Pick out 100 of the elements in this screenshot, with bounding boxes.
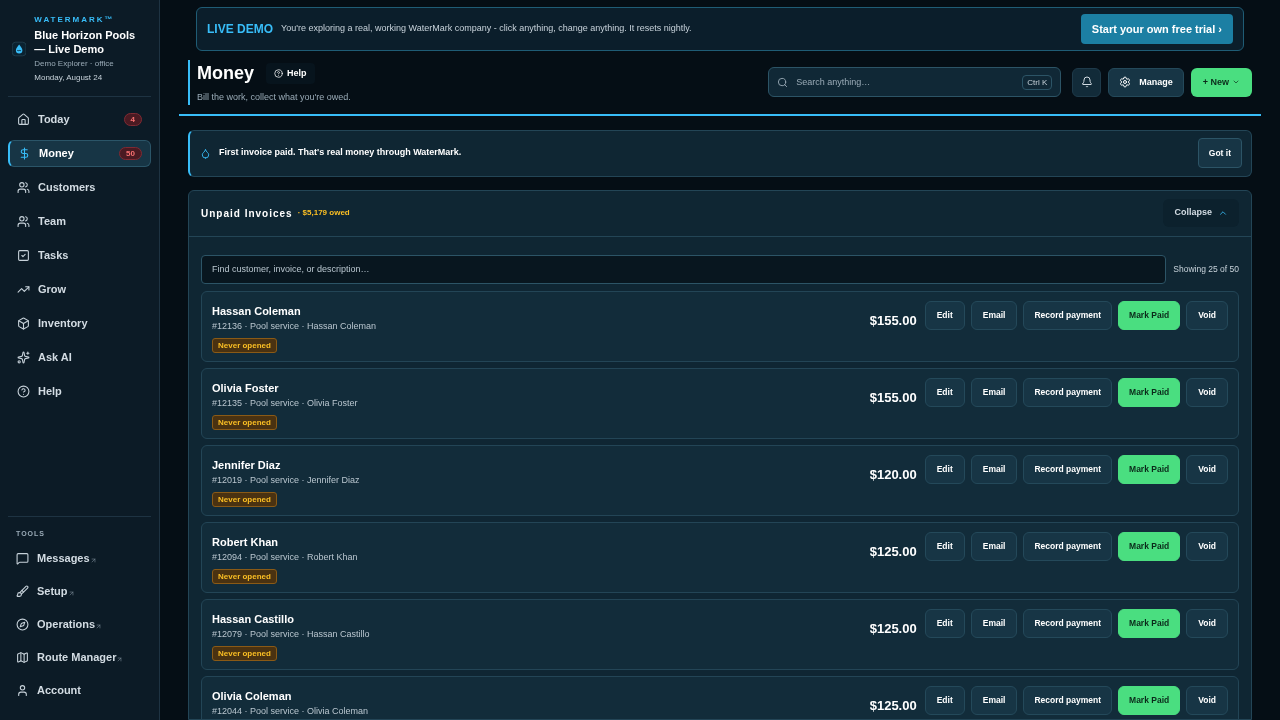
nav-item[interactable]: Today 4 [8,106,151,133]
chevron-up-icon [1218,208,1228,218]
search-icon [777,76,789,88]
mark-paid-button[interactable]: Mark Paid [1118,531,1181,561]
action-button[interactable]: Record payment [1023,377,1113,407]
new-button[interactable]: + New [1190,67,1252,97]
action-button[interactable]: Edit [924,377,965,407]
action-button[interactable]: Record payment [1023,685,1113,715]
nav-item[interactable]: Operations [8,611,151,638]
action-button[interactable]: Void [1186,454,1228,484]
invoice-detail: #12135 · Pool service · Olivia Foster [212,396,359,410]
collapse-button[interactable]: Collapse [1163,199,1239,227]
cube-icon [17,317,30,330]
got-it-button[interactable]: Got it [1197,138,1242,168]
action-button[interactable]: Email [970,377,1018,407]
panel-title: Unpaid Invoices [201,206,293,221]
action-button[interactable]: Edit [924,685,965,715]
invoice-amount: $125.00 [869,619,917,638]
action-button[interactable]: Edit [924,531,965,561]
action-button[interactable]: Edit [924,608,965,638]
nav-item[interactable]: Route Manager [8,644,151,671]
invoice-detail: #12094 · Pool service · Robert Khan [212,550,359,564]
action-button[interactable]: Void [1186,608,1228,638]
action-button[interactable]: Record payment [1023,608,1113,638]
nav-label: Account [37,683,81,699]
invoice-amount: $120.00 [869,465,917,484]
action-button[interactable]: Email [970,531,1018,561]
manage-button[interactable]: Manage [1108,67,1184,97]
action-button[interactable]: Void [1186,300,1228,330]
nav-label: Operations [37,617,96,633]
nav-label: Today [38,112,71,128]
brand-name: WATERMARK™ [34,14,116,26]
action-button[interactable]: Record payment [1023,531,1113,561]
page-subtitle: Bill the work, collect what you're owed. [197,91,352,104]
filter-field[interactable]: Find customer, invoice, or description… [201,254,1167,284]
nav-item[interactable]: Money 50 [8,140,151,167]
people-icon [17,215,30,228]
action-button[interactable]: Record payment [1023,300,1113,330]
nav-label: Inventory [38,316,89,332]
customer-name: Hassan Castillo [212,611,295,626]
free-trial-button[interactable]: Start your own free trial › [1080,14,1233,44]
external-link-icon [116,656,124,663]
checkbox-icon [17,249,30,262]
customer-name: Olivia Foster [212,380,280,395]
mark-paid-button[interactable]: Mark Paid [1118,454,1181,484]
mark-paid-button[interactable]: Mark Paid [1118,300,1181,330]
mark-paid-button[interactable]: Mark Paid [1118,608,1181,638]
nav-item[interactable]: Grow [8,276,151,303]
nav-item[interactable]: Ask AI [8,344,151,371]
nav-label: Help [38,384,63,400]
count-badge: 4 [123,113,142,126]
nav-item[interactable]: Tasks [8,242,151,269]
external-link-icon [95,623,103,630]
search-input[interactable]: Search anything… [796,75,1015,89]
chat-icon [16,552,29,565]
sparkle-icon [17,351,30,364]
nav-item[interactable]: Messages [8,545,151,572]
nav-item[interactable]: Customers [8,174,151,201]
action-button[interactable]: Email [970,608,1018,638]
status-badge: Never opened [212,569,277,584]
home-icon [17,113,30,126]
nav-item[interactable]: Account [8,677,151,704]
search-field[interactable]: Search anything… Ctrl K [768,67,1062,98]
mark-paid-button[interactable]: Mark Paid [1118,377,1181,407]
action-button[interactable]: Void [1186,377,1228,407]
action-button[interactable]: Void [1186,685,1228,715]
nav-label: Customers [38,180,97,196]
mark-paid-button[interactable]: Mark Paid [1118,685,1181,715]
action-button[interactable]: Record payment [1023,454,1113,484]
help-icon [17,385,30,398]
help-button[interactable]: Help [266,62,315,85]
nav-item[interactable]: Setup [8,578,151,605]
nav-item[interactable]: Team [8,208,151,235]
action-button[interactable]: Edit [924,454,965,484]
owed-total: · $5,179 owed [297,207,351,219]
action-button[interactable]: Edit [924,300,965,330]
action-button[interactable]: Void [1186,531,1228,561]
invoice-amount: $125.00 [869,696,917,715]
settings-icon [1119,76,1132,89]
nav-label: Messages [37,551,90,567]
result-count: Showing 25 of 50 [1173,262,1239,276]
action-button[interactable]: Email [970,454,1018,484]
status-badge: Never opened [212,338,277,353]
invoice-detail: #12019 · Pool service · Jennifer Diaz [212,473,361,487]
nav-label: Route Manager [37,650,117,666]
nav-label: Tasks [38,248,70,264]
nav-item[interactable]: Inventory [8,310,151,337]
customer-name: Olivia Coleman [212,688,293,703]
notifications-button[interactable] [1072,67,1102,97]
nav-item[interactable]: Help [8,378,151,405]
invoice-amount: $155.00 [869,388,917,407]
action-button[interactable]: Email [970,685,1018,715]
user-role: Demo Explorer · office [34,58,115,70]
dollar-icon [18,147,31,160]
alert-text: First invoice paid. That's real money through WaterMark. [219,146,463,160]
invoice-detail: #12079 · Pool service · Hassan Castillo [212,627,371,641]
action-button[interactable]: Email [970,300,1018,330]
brush-icon [16,585,29,598]
trend-icon [17,283,30,296]
demo-tag: LIVE DEMO [207,20,273,38]
